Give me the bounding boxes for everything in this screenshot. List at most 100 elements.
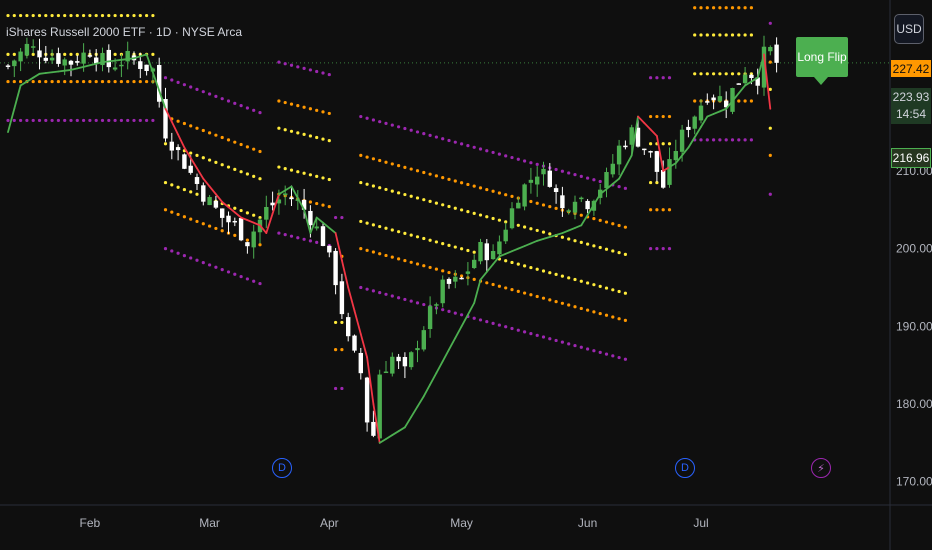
inner-band-dot xyxy=(195,153,199,157)
mid-band-dot xyxy=(649,114,653,119)
mid-band-dot xyxy=(491,189,495,193)
lightning-icon[interactable]: ⚡ xyxy=(811,458,831,478)
trailing-stop-segment xyxy=(593,193,602,206)
inner-band-dot xyxy=(378,186,382,190)
inner-band-dot xyxy=(233,206,237,210)
candle-body xyxy=(62,59,67,66)
inner-band-dot xyxy=(277,165,281,169)
inner-band-dot xyxy=(397,191,401,195)
trailing-stop-segment xyxy=(38,72,47,75)
outer-band-dot xyxy=(604,352,609,356)
y-tick-label: 170.00 xyxy=(896,475,932,489)
outer-band-dot xyxy=(586,347,590,351)
long-flip-label[interactable]: Long Flip xyxy=(796,37,848,77)
inner-band-dot xyxy=(516,223,520,227)
outer-band-dot xyxy=(529,161,533,165)
candle-body xyxy=(566,210,571,212)
outer-band-dot xyxy=(277,231,281,235)
candle-body xyxy=(698,105,704,121)
inner-band-dot xyxy=(252,174,256,178)
mid-band-dot xyxy=(497,191,501,195)
mid-band-dot xyxy=(441,269,445,273)
dividend-icon[interactable]: D xyxy=(272,458,292,478)
outer-band-dot xyxy=(397,125,401,129)
mid-band-dot xyxy=(693,99,697,103)
current-price-tag: 227.42 xyxy=(891,60,931,77)
inner-band-dot xyxy=(252,213,256,217)
outer-band-dot xyxy=(245,277,249,281)
trailing-stop-segment xyxy=(466,302,476,316)
outer-band-dot xyxy=(541,335,546,339)
mid-band-dot xyxy=(239,142,243,147)
outer-band-dot xyxy=(195,87,199,91)
inner-band-dot xyxy=(504,259,508,263)
outer-band-dot xyxy=(233,101,237,105)
outer-band-dot xyxy=(453,140,457,144)
mid-band-dot xyxy=(365,248,369,252)
inner-band-dot xyxy=(163,142,168,146)
outer-band-dot xyxy=(611,354,615,358)
inner-band-dot xyxy=(315,135,319,140)
candle-body xyxy=(213,200,219,208)
candle-body xyxy=(169,141,174,151)
outer-band-dot xyxy=(422,302,426,307)
mid-band-dot xyxy=(573,305,577,309)
outer-band-dot xyxy=(718,138,722,142)
candle-body xyxy=(112,67,118,70)
trailing-stop-segment xyxy=(107,59,116,63)
outer-band-dot xyxy=(504,154,508,158)
inner-band-dot xyxy=(119,13,123,18)
inner-band-dot xyxy=(523,264,527,268)
candle-body xyxy=(528,179,534,183)
currency-button[interactable]: USD xyxy=(894,14,924,44)
outer-band-dot xyxy=(208,263,212,267)
mid-band-dot xyxy=(390,162,394,166)
mid-band-dot xyxy=(667,114,672,119)
outer-band-dot xyxy=(88,118,92,123)
price-chart[interactable]: 170.00180.00190.00200.00210.00Feb Mar Apr M… xyxy=(0,0,932,550)
outer-band-dot xyxy=(138,118,142,123)
outer-band-dot xyxy=(655,247,659,251)
inner-band-dot xyxy=(397,230,401,234)
mid-band-dot xyxy=(176,212,180,217)
mid-band-dot xyxy=(516,289,520,293)
candle-body xyxy=(661,170,666,188)
trailing-stop-segment xyxy=(120,58,129,61)
mid-band-dot xyxy=(548,205,552,209)
candle-body xyxy=(553,188,559,193)
outer-band-dot xyxy=(220,267,224,272)
outer-band-dot xyxy=(69,118,73,123)
candle-body xyxy=(711,97,716,101)
inner-band-dot xyxy=(302,132,306,137)
mid-band-dot xyxy=(327,205,331,209)
dividend-icon[interactable]: D xyxy=(675,458,695,478)
mid-band-dot xyxy=(182,215,186,219)
outer-band-dot xyxy=(126,118,130,123)
outer-band-dot xyxy=(497,323,501,327)
trailing-stop-segment xyxy=(403,416,413,429)
outer-band-dot xyxy=(535,162,539,166)
trailing-stop-segment xyxy=(170,120,180,136)
outer-band-dot xyxy=(37,118,42,123)
mid-band-dot xyxy=(37,79,42,84)
inner-band-dot xyxy=(239,208,243,213)
outer-band-dot xyxy=(529,332,533,336)
trailing-stop-segment xyxy=(542,236,551,240)
inner-band-dot xyxy=(718,72,722,76)
inner-band-dot xyxy=(529,265,533,270)
candle-body xyxy=(459,277,464,280)
outer-band-dot xyxy=(661,247,665,251)
candle-body xyxy=(31,46,36,48)
candle-body xyxy=(49,57,55,61)
inner-band-dot xyxy=(145,13,149,18)
mid-band-dot xyxy=(302,105,306,109)
inner-band-dot xyxy=(308,173,312,177)
trailing-stop-segment xyxy=(397,426,406,433)
inner-band-dot xyxy=(334,320,338,325)
outer-band-dot xyxy=(579,174,583,178)
outer-band-dot xyxy=(712,138,716,142)
outer-band-dot xyxy=(598,179,602,184)
outer-band-dot xyxy=(403,297,407,302)
trailing-stop-segment xyxy=(567,226,576,232)
outer-band-dot xyxy=(176,80,180,84)
